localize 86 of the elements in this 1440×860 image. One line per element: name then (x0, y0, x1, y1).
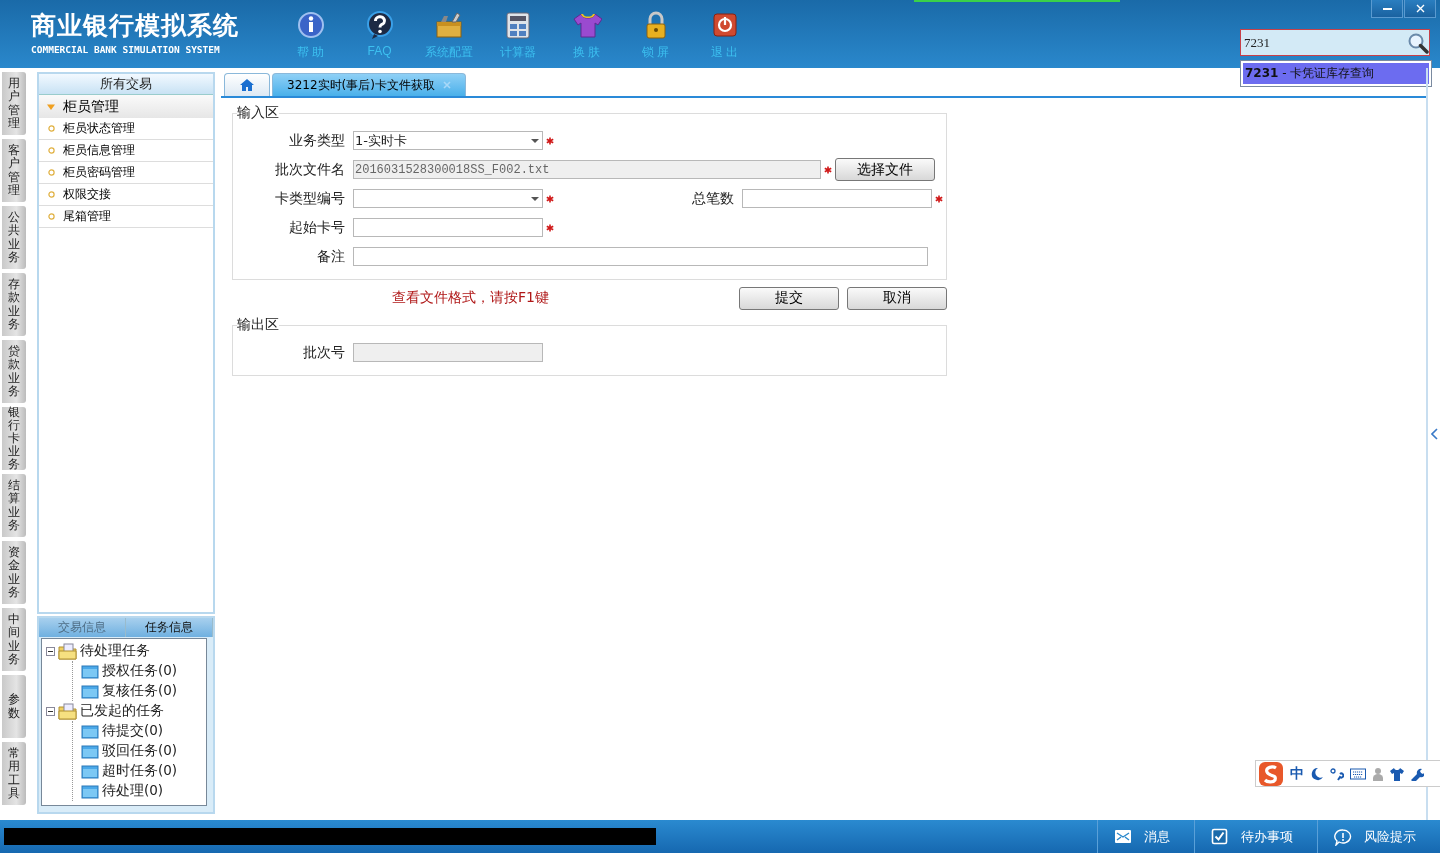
circle-icon (48, 147, 55, 154)
folder-icon (81, 663, 99, 679)
input-field[interactable] (742, 189, 932, 208)
app-subtitle: COMMERCIAL BANK SIMULATION SYSTEM (31, 44, 220, 55)
action-button[interactable]: 取消 (847, 286, 947, 310)
info-icon (295, 10, 326, 40)
shirt-icon (571, 10, 602, 40)
ime-logo-icon[interactable] (1258, 760, 1284, 787)
side-tab[interactable]: 结算业务 (2, 474, 26, 537)
document-tab[interactable]: 3212实时(事后)卡文件获取 (272, 73, 466, 96)
side-tab[interactable]: 参数 (2, 675, 26, 738)
tree-node[interactable]: 待处理(0) (102, 782, 164, 800)
close-icon (1415, 4, 1425, 13)
app-title: 商业银行模拟系统 (31, 12, 240, 40)
minimize-icon (1382, 7, 1392, 10)
folder-icon (58, 702, 77, 720)
tree-node[interactable]: 待处理任务 (80, 642, 150, 660)
moon-icon[interactable] (1310, 766, 1324, 781)
tree-node[interactable]: 复核任务(0) (102, 682, 178, 700)
checkbox-icon (1211, 827, 1229, 846)
close-button[interactable] (1404, 0, 1436, 18)
punctuation-icon[interactable] (1330, 766, 1344, 781)
panel-header: 所有交易 (39, 74, 213, 95)
field-label: 总笔数 (691, 189, 734, 208)
circle-icon (48, 169, 55, 176)
collapse-icon[interactable] (46, 646, 55, 656)
home-icon (239, 78, 255, 92)
folder-icon (81, 783, 99, 799)
collapse-icon[interactable] (46, 706, 55, 716)
nav-item[interactable]: 权限交接 (39, 184, 213, 206)
minimize-button[interactable] (1371, 0, 1403, 18)
side-tab[interactable]: 用户管理 (2, 72, 26, 135)
shirt-icon[interactable] (1390, 766, 1404, 781)
folder-icon (81, 683, 99, 699)
keyboard-icon[interactable] (1350, 767, 1366, 780)
field-label: 备注 (316, 247, 345, 266)
field-label: 批次号 (302, 343, 345, 362)
dropdown-field[interactable]: 1-实时卡 (353, 131, 543, 150)
side-tab[interactable]: 贷款业务 (2, 340, 26, 403)
nav-group[interactable]: 柜员管理 (39, 95, 213, 118)
dropdown-field[interactable] (353, 189, 543, 208)
circle-icon (48, 213, 55, 220)
field-label: 批次文件名 (274, 160, 345, 179)
field-label: 业务类型 (288, 131, 345, 150)
input-field[interactable] (353, 247, 928, 266)
help-icon (364, 10, 395, 40)
ime-mode[interactable]: 中 (1290, 764, 1304, 783)
nav-item[interactable]: 柜员密码管理 (39, 162, 213, 184)
side-tab[interactable]: 银行卡业务 (2, 407, 26, 470)
search-field[interactable]: 7231 (1240, 29, 1430, 56)
mail-icon (1114, 827, 1132, 846)
section-title: 输出区 (237, 316, 279, 334)
input-field[interactable] (353, 218, 543, 237)
folder-icon (81, 743, 99, 759)
tree-node[interactable]: 已发起的任务 (80, 702, 164, 720)
suggestion-item[interactable]: 7231 - 卡凭证库存查询 (1243, 63, 1429, 84)
tree-node[interactable]: 超时任务(0) (102, 762, 178, 780)
search-icon (1407, 31, 1429, 54)
side-tab[interactable]: 中间业务 (2, 608, 26, 671)
side-tab[interactable]: 常用工具 (2, 742, 26, 805)
folder-icon (58, 642, 77, 660)
circle-icon (48, 125, 55, 132)
field-label: 卡类型编号 (274, 189, 345, 208)
caret-down-icon (47, 102, 55, 111)
panel-tab[interactable]: 任务信息 (126, 618, 213, 637)
tree-node[interactable]: 待提交(0) (102, 722, 164, 740)
action-button[interactable]: 提交 (739, 286, 839, 310)
circle-icon (48, 191, 55, 198)
status-button[interactable]: 待办事项 (1194, 820, 1317, 853)
tree-node[interactable]: 授权任务(0) (102, 662, 178, 680)
home-tab[interactable] (224, 73, 270, 96)
hint-text: 查看文件格式，请按F1键 (392, 289, 549, 307)
status-button[interactable]: 消息 (1097, 820, 1194, 853)
section-title: 输入区 (237, 104, 279, 122)
side-tab[interactable]: 资金业务 (2, 541, 26, 604)
folder-icon (81, 723, 99, 739)
side-tab[interactable]: 存款业务 (2, 273, 26, 336)
side-tab[interactable]: 公共业务 (2, 206, 26, 269)
folder-icon (81, 763, 99, 779)
wrench-icon[interactable] (1410, 766, 1424, 781)
side-tab[interactable]: 客户管理 (2, 139, 26, 202)
tree-node[interactable]: 驳回任务(0) (102, 742, 178, 760)
speech-bubble-icon (1334, 827, 1352, 846)
toolbox-icon (433, 10, 464, 40)
status-button[interactable]: 风险提示 (1317, 820, 1440, 853)
field-label: 起始卡号 (288, 218, 345, 237)
